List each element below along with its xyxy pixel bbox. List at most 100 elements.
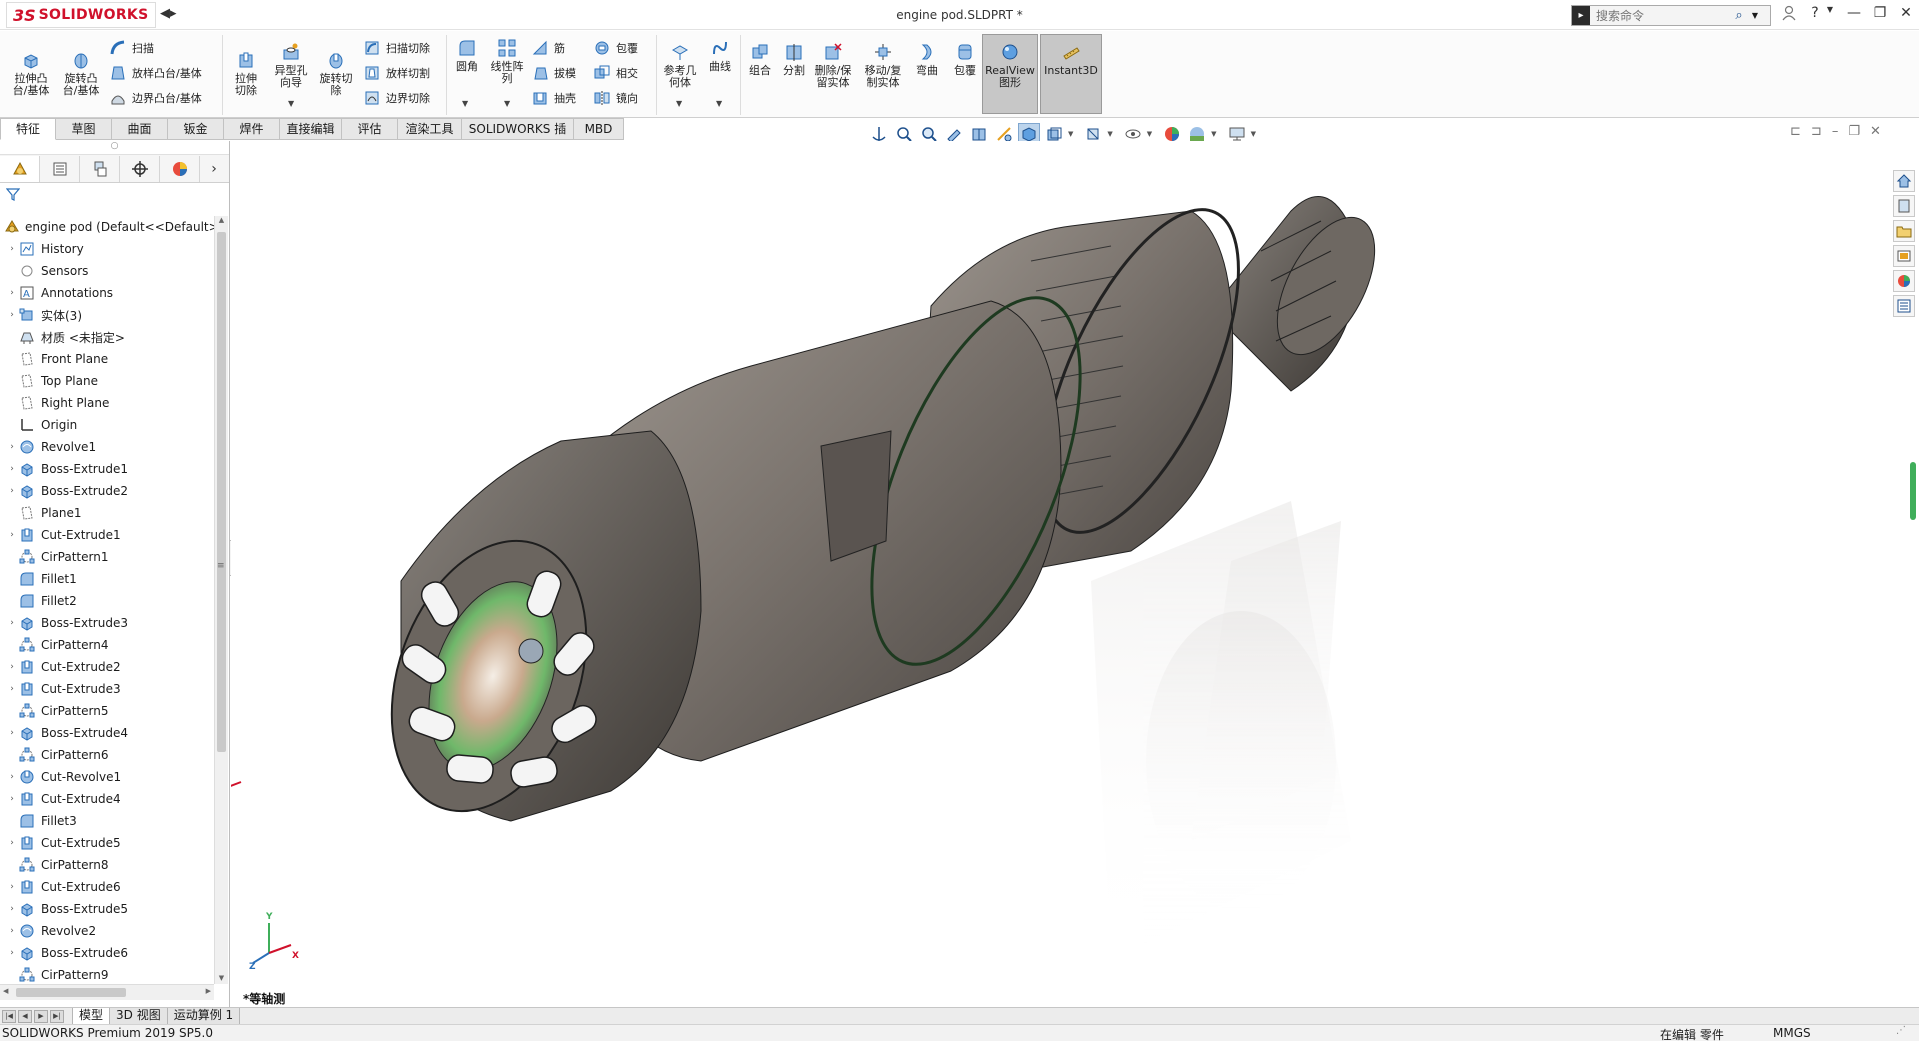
property-manager-tab-icon[interactable] — [40, 155, 80, 182]
filter-icon[interactable] — [6, 187, 20, 201]
tab-mbd[interactable]: MBD — [574, 118, 624, 140]
tree-node[interactable]: › A Annotations — [0, 282, 214, 304]
reference-geometry-button[interactable]: 参考几何体 — [660, 41, 700, 89]
tree-node[interactable]: › Boss-Extrude6 — [0, 942, 214, 964]
wrap-body-button[interactable]: 包覆 — [950, 41, 980, 77]
expand-arrow-icon[interactable]: › — [6, 794, 18, 804]
hole-wizard-button[interactable]: 异型孔向导 — [270, 41, 312, 89]
graphics-area[interactable] — [231, 141, 1889, 1007]
sweep-button[interactable]: 扫描 — [108, 37, 154, 59]
realview-button[interactable]: RealView图形 — [984, 41, 1036, 89]
tree-node[interactable]: Front Plane — [0, 348, 214, 370]
tree-node[interactable]: CirPattern9 — [0, 964, 214, 984]
sweep-cut-button[interactable]: 扫描切除 — [362, 37, 430, 59]
design-library-icon[interactable] — [1893, 195, 1915, 217]
tree-node[interactable]: › Boss-Extrude4 — [0, 722, 214, 744]
viewport-tile-right-icon[interactable]: ⊐ — [1811, 124, 1822, 139]
engine-pod-model[interactable] — [231, 141, 1889, 1007]
configuration-manager-tab-icon[interactable] — [80, 155, 120, 182]
tab-sketch[interactable]: 草图 — [56, 118, 112, 140]
command-search[interactable]: ▸ ⌕ ▼ — [1571, 5, 1771, 26]
combine-button[interactable]: 组合 — [744, 41, 776, 77]
expand-arrow-icon[interactable]: › — [6, 684, 18, 694]
revolve-boss-button[interactable]: 旋转凸台/基体 — [58, 49, 104, 97]
draft-button[interactable]: 拔模 — [530, 62, 576, 84]
tree-node[interactable]: 材质 <未指定> — [0, 326, 214, 348]
tab-motion-study[interactable]: 运动算例 1 — [167, 1008, 241, 1024]
viewport-tile-left-icon[interactable]: ⊏ — [1790, 124, 1801, 139]
ref-geometry-dropdown-icon[interactable]: ▼ — [676, 99, 682, 108]
wrap-button[interactable]: 包覆 — [592, 37, 638, 59]
tree-node[interactable]: CirPattern4 — [0, 634, 214, 656]
tree-node[interactable]: › Cut-Extrude4 — [0, 788, 214, 810]
loft-cut-button[interactable]: 放样切割 — [362, 62, 430, 84]
dimxpert-manager-tab-icon[interactable] — [120, 155, 160, 182]
solidworks-resources-home-icon[interactable] — [1893, 170, 1915, 192]
split-button[interactable]: 分割 — [778, 41, 810, 77]
tab-3d-views[interactable]: 3D 视图 — [110, 1008, 168, 1024]
tree-node[interactable]: CirPattern1 — [0, 546, 214, 568]
tree-vertical-scrollbar[interactable]: ▲ ≡ ▼ — [214, 216, 228, 984]
tree-node[interactable]: CirPattern6 — [0, 744, 214, 766]
vertical-scroll-thumb[interactable] — [217, 232, 226, 752]
tree-root-part[interactable]: engine pod (Default<<Default> — [0, 216, 214, 238]
expand-arrow-icon[interactable]: › — [6, 882, 18, 892]
restore-icon[interactable]: ❐ — [1868, 5, 1892, 25]
tree-filter[interactable] — [0, 183, 229, 205]
unit-system[interactable]: MMGS — [1773, 1026, 1811, 1040]
tree-node[interactable]: › Boss-Extrude3 — [0, 612, 214, 634]
expand-arrow-icon[interactable]: › — [6, 926, 18, 936]
display-manager-tab-icon[interactable] — [160, 155, 200, 182]
panel-grip[interactable]: ○ — [0, 141, 229, 155]
tree-node[interactable]: › History — [0, 238, 214, 260]
boundary-cut-button[interactable]: 边界切除 — [362, 87, 430, 109]
prev-tab-arrow-icon[interactable]: ◀ — [18, 1009, 32, 1023]
extrude-cut-button[interactable]: 拉伸切除 — [226, 49, 266, 97]
expand-arrow-icon[interactable]: › — [6, 728, 18, 738]
close-icon[interactable]: ✕ — [1894, 5, 1918, 25]
expand-arrow-icon[interactable]: › — [6, 904, 18, 914]
tab-render-tools[interactable]: 渲染工具 — [398, 118, 462, 140]
revolve-cut-button[interactable]: 旋转切除 — [316, 49, 356, 97]
tree-node[interactable]: Fillet1 — [0, 568, 214, 590]
tree-node[interactable]: › Cut-Extrude1 — [0, 524, 214, 546]
expand-arrow-icon[interactable]: › — [6, 530, 18, 540]
hide-show-dropdown-icon[interactable]: ▼ — [1107, 130, 1112, 138]
tree-node[interactable]: › Cut-Revolve1 — [0, 766, 214, 788]
mirror-button[interactable]: 镜向 — [592, 87, 638, 109]
scroll-right-arrow-icon[interactable]: ▶ — [206, 987, 211, 995]
tab-features[interactable]: 特征 — [0, 118, 56, 140]
tree-node[interactable]: › Revolve1 — [0, 436, 214, 458]
tree-node[interactable]: › Boss-Extrude1 — [0, 458, 214, 480]
scroll-up-arrow-icon[interactable]: ▲ — [215, 216, 228, 224]
tree-node[interactable]: › 实体(3) — [0, 304, 214, 326]
curves-dropdown-icon[interactable]: ▼ — [716, 99, 722, 108]
expand-arrow-icon[interactable]: › — [6, 442, 18, 452]
first-tab-arrow-icon[interactable]: |◀ — [2, 1009, 16, 1023]
intersect-button[interactable]: 相交 — [592, 62, 638, 84]
tree-node[interactable]: Plane1 — [0, 502, 214, 524]
loft-boss-button[interactable]: 放样凸台/基体 — [108, 62, 202, 84]
tree-node[interactable]: CirPattern8 — [0, 854, 214, 876]
tree-node[interactable]: Fillet3 — [0, 810, 214, 832]
tree-node[interactable]: Top Plane — [0, 370, 214, 392]
expand-arrow-icon[interactable]: › — [6, 662, 18, 672]
fillet-button[interactable]: 圆角 — [450, 37, 484, 73]
scene-dropdown-icon[interactable]: ▼ — [1211, 130, 1216, 138]
command-search-icon[interactable]: ▸ — [1572, 6, 1590, 25]
view-settings-dropdown-icon[interactable]: ▼ — [1251, 130, 1256, 138]
tab-sheet-metal[interactable]: 钣金 — [168, 118, 224, 140]
tab-evaluate[interactable]: 评估 — [342, 118, 398, 140]
user-icon[interactable] — [1777, 5, 1801, 25]
move-copy-body-button[interactable]: 移动/复制实体 — [860, 41, 906, 89]
curves-button[interactable]: 曲线 — [704, 37, 736, 73]
viewport-minimize-icon[interactable]: – — [1832, 124, 1839, 139]
fillet-dropdown-icon[interactable]: ▼ — [462, 99, 468, 108]
expand-arrow-icon[interactable]: › — [6, 464, 18, 474]
file-explorer-folder-icon[interactable] — [1893, 220, 1915, 242]
tree-node[interactable]: › Cut-Extrude3 — [0, 678, 214, 700]
expand-arrow-icon[interactable]: › — [6, 618, 18, 628]
appearances-scenes-icon[interactable] — [1893, 270, 1915, 292]
pattern-dropdown-icon[interactable]: ▼ — [504, 99, 510, 108]
menu-expand-arrow-icon[interactable]: ◀▸ — [160, 6, 177, 21]
